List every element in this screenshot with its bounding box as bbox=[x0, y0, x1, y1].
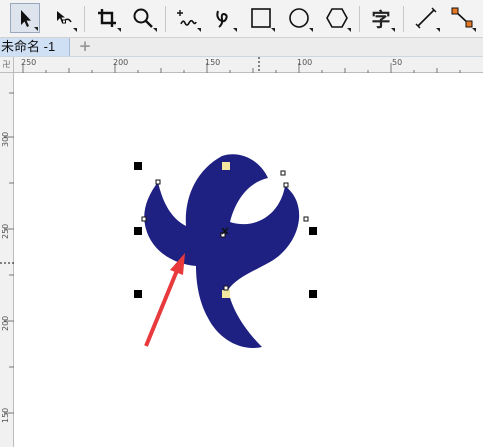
document-tab[interactable]: 未命名 -1 bbox=[0, 38, 70, 56]
magnifier-icon bbox=[133, 8, 153, 28]
pick-tool-button[interactable] bbox=[10, 3, 40, 33]
logo-shape[interactable] bbox=[144, 154, 300, 349]
ruler-label-250: 250 bbox=[21, 58, 37, 67]
ellipse-tool-button[interactable] bbox=[284, 3, 314, 33]
handle-top-left[interactable] bbox=[134, 162, 142, 170]
shape-tool-button[interactable] bbox=[48, 3, 78, 33]
handle-bottom-right[interactable] bbox=[309, 290, 317, 298]
handle-bottom-left[interactable] bbox=[134, 290, 142, 298]
rectangle-tool-button[interactable] bbox=[246, 3, 276, 33]
handle-middle-right[interactable] bbox=[309, 227, 317, 235]
vertical-ruler-ticks bbox=[0, 92, 14, 414]
ruler-label-150-v: 150 bbox=[1, 407, 10, 423]
zoom-tool-button[interactable] bbox=[128, 3, 158, 33]
artistic-media-tool-button[interactable] bbox=[208, 3, 238, 33]
rectangle-icon bbox=[251, 8, 271, 28]
ruler-origin[interactable]: 卍 bbox=[0, 57, 14, 73]
dimension-line-icon bbox=[415, 7, 437, 29]
ruler-label-200-v: 200 bbox=[1, 315, 10, 331]
ruler-label-250-v: 250 bbox=[1, 223, 10, 239]
ruler-label-200: 200 bbox=[113, 58, 129, 67]
ruler-label-150: 150 bbox=[205, 58, 221, 67]
freehand-icon bbox=[177, 10, 197, 26]
connector-tool-button[interactable] bbox=[447, 3, 477, 33]
brush-stroke-icon bbox=[216, 10, 228, 28]
horizontal-ruler[interactable]: 250 200 150 100 50 bbox=[14, 57, 483, 73]
horizontal-ruler-ticks bbox=[22, 57, 461, 73]
handle-middle-left[interactable] bbox=[134, 227, 142, 235]
arrow-pointer-icon bbox=[21, 10, 31, 27]
connector-icon bbox=[451, 7, 473, 28]
crop-tool-button[interactable] bbox=[92, 3, 122, 33]
hexagon-icon bbox=[326, 8, 348, 28]
ruler-label-300: 300 bbox=[1, 131, 10, 147]
polygon-tool-button[interactable] bbox=[322, 3, 352, 33]
ruler-label-50: 50 bbox=[392, 58, 403, 67]
node-edit-icon bbox=[57, 11, 72, 24]
ruler-label-100: 100 bbox=[297, 58, 313, 67]
vertical-ruler[interactable]: 300 250 200 150 bbox=[0, 73, 14, 447]
handle-bottom-center[interactable] bbox=[222, 290, 230, 298]
handle-top-center[interactable] bbox=[222, 162, 230, 170]
toolbox: 字 bbox=[0, 0, 483, 38]
dimension-tool-button[interactable] bbox=[411, 3, 441, 33]
document-tab-bar: 未命名 -1 + bbox=[0, 38, 483, 57]
add-document-button[interactable]: + bbox=[72, 38, 98, 56]
drawing-canvas[interactable] bbox=[14, 73, 483, 447]
freehand-tool-button[interactable] bbox=[172, 3, 202, 33]
ellipse-icon bbox=[289, 8, 309, 28]
crop-icon bbox=[98, 9, 116, 27]
text-icon: 字 bbox=[371, 8, 391, 31]
red-arrow-icon bbox=[144, 253, 185, 347]
text-tool-button[interactable]: 字 bbox=[366, 3, 396, 33]
canvas-drawing bbox=[134, 154, 317, 349]
